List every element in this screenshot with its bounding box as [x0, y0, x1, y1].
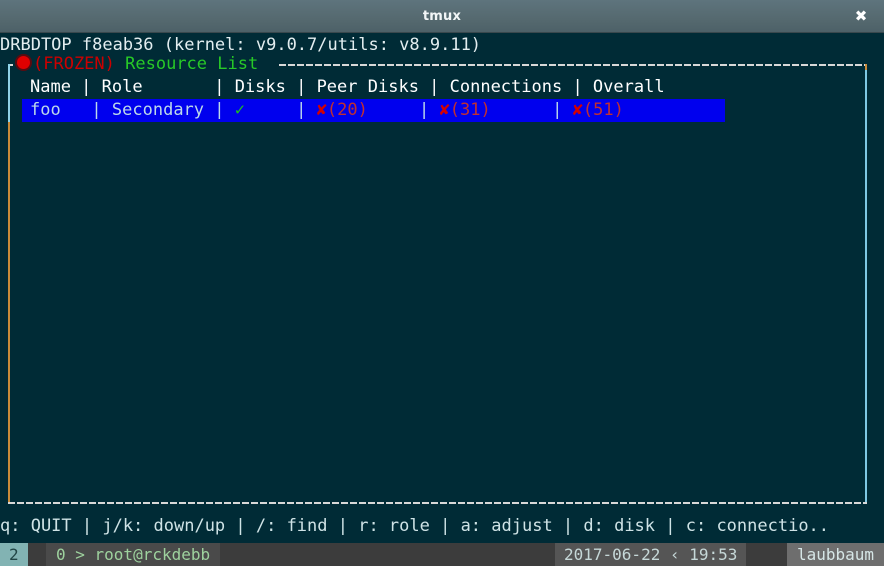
cell-sep-3: | — [245, 100, 317, 120]
cell-name: foo — [30, 100, 61, 120]
cell-sep-1: | — [60, 100, 112, 120]
resource-list-panel: (FROZEN) Resource List Name | Role | Dis… — [8, 53, 867, 504]
cell-overall-count: (51) — [582, 100, 624, 120]
record-dot-icon — [15, 54, 32, 71]
tmux-window: tmux ✖ DRBDTOP f8eab36 (kernel: v9.0.7/u… — [0, 0, 884, 566]
terminal-viewport[interactable]: DRBDTOP f8eab36 (kernel: v9.0.7/utils: v… — [0, 33, 884, 543]
cell-peer-disks-icon: ✘ — [316, 100, 327, 120]
frozen-label: (FROZEN) — [33, 54, 115, 74]
cell-sep-4: | — [367, 100, 440, 120]
window-titlebar[interactable]: tmux ✖ — [0, 0, 884, 33]
cell-overall-icon: ✘ — [572, 100, 583, 120]
panel-title-text: Resource List — [125, 54, 259, 74]
cell-role: Secondary — [111, 100, 205, 120]
status-hostname: laubbaum — [786, 543, 884, 566]
cell-disks-icon: ✓ — [234, 100, 245, 120]
table-header: Name | Role | Disks | Peer Disks | Conne… — [30, 77, 665, 97]
tmux-status-bar: 2 0 > root@rckdebb 2017-06-22 ‹ 19:53 la… — [0, 543, 884, 566]
cell-connections-icon: ✘ — [439, 100, 450, 120]
panel-border-top-right — [279, 64, 866, 66]
panel-border-right-cap — [865, 64, 867, 70]
cell-sep-2: | — [204, 100, 235, 120]
panel-border-right — [865, 64, 867, 504]
table-row[interactable]: foo | Secondary | ✓ | ✘(20) | ✘(31) | ✘(… — [22, 99, 725, 122]
panel-border-left — [8, 64, 10, 504]
cell-sep-5: | — [490, 100, 573, 120]
cell-peer-disks-count: (20) — [326, 100, 368, 120]
panel-border-left-highlight — [8, 64, 10, 122]
panel-title: Resource List — [115, 54, 258, 74]
keybinding-help-line: q: QUIT | j/k: down/up | /: find | r: ro… — [0, 516, 830, 536]
status-session-indicator[interactable]: 2 — [0, 543, 28, 566]
close-icon[interactable]: ✖ — [846, 0, 876, 33]
status-filler — [233, 543, 555, 566]
cell-connections-count: (31) — [449, 100, 491, 120]
status-window-item[interactable]: 0 > root@rckdebb — [46, 543, 221, 566]
window-title: tmux — [422, 9, 462, 24]
status-datetime: 2017-06-22 ‹ 19:53 — [555, 543, 747, 566]
panel-border-bottom — [8, 502, 867, 504]
panel-title-bar: (FROZEN) Resource List — [15, 53, 263, 75]
